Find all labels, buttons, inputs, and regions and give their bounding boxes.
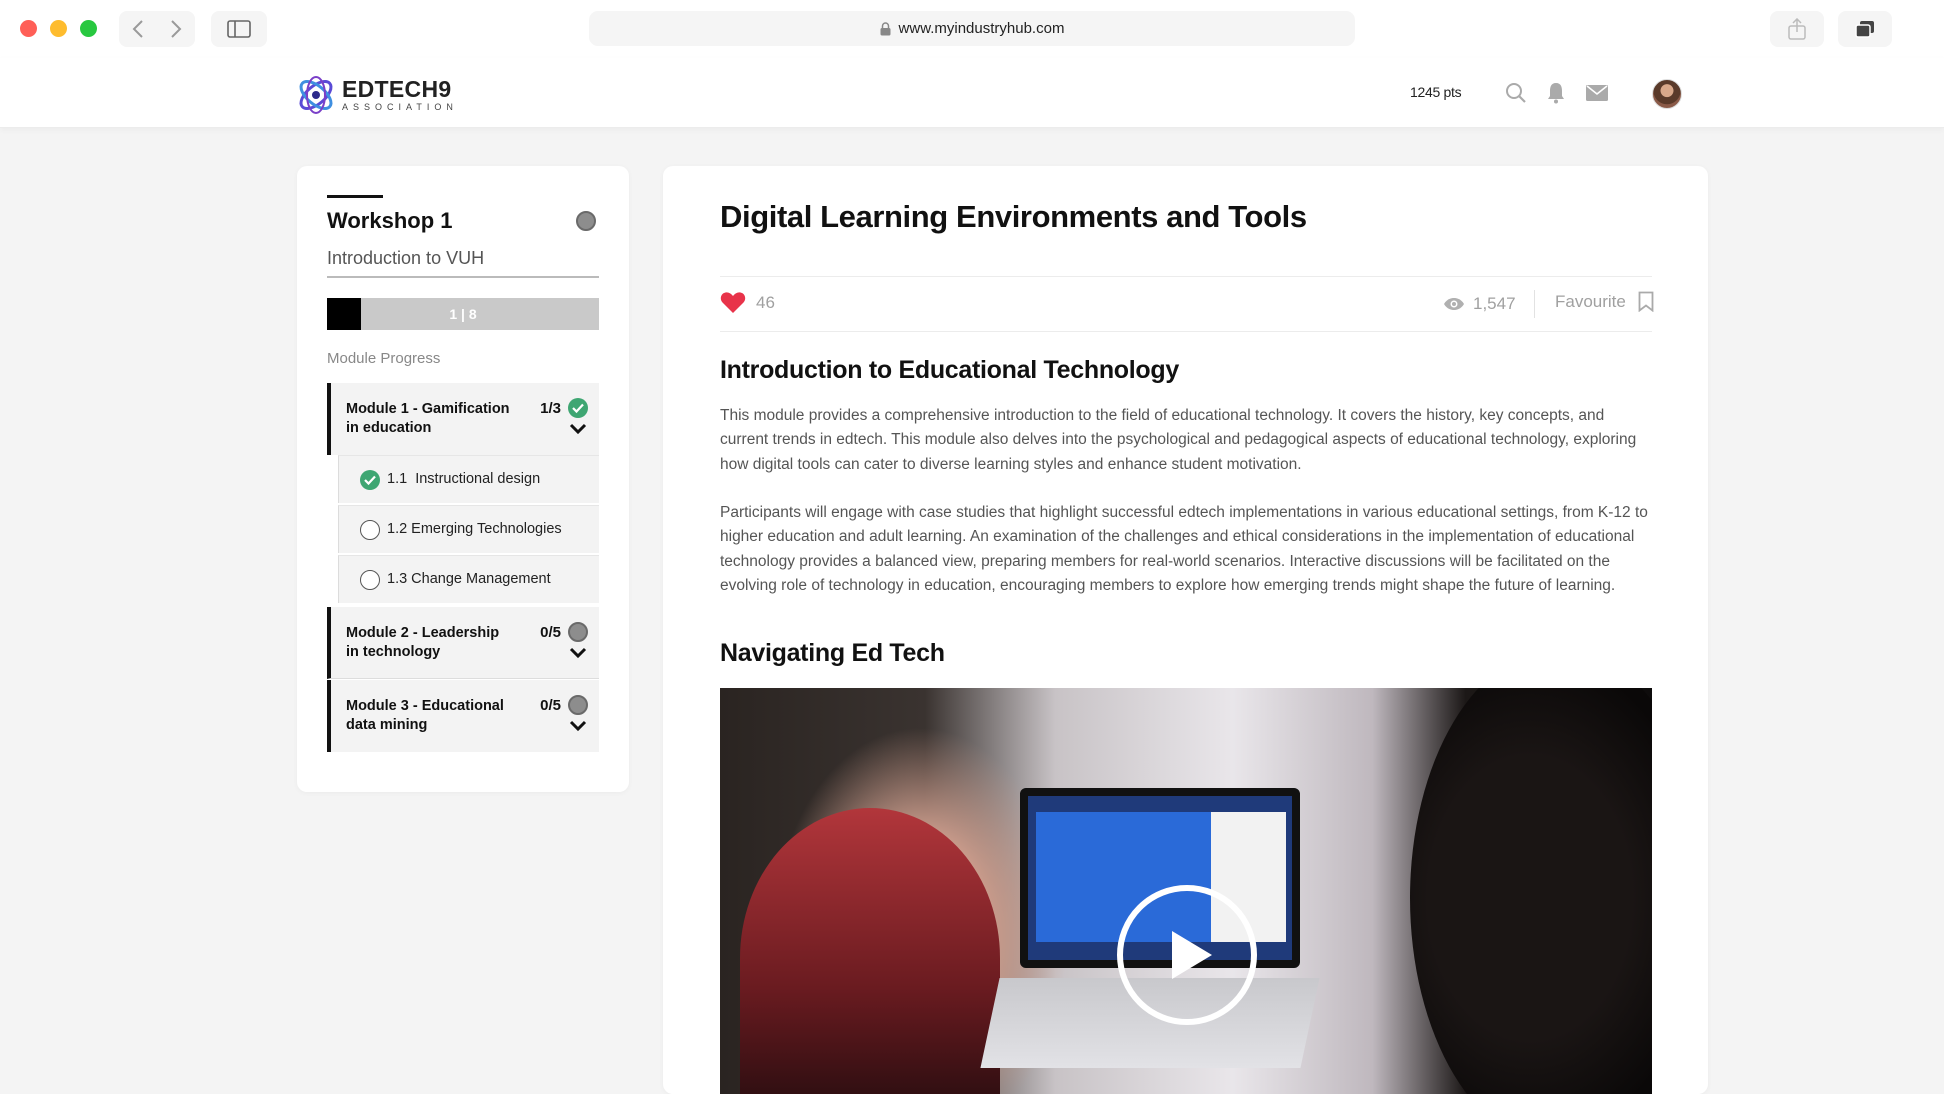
divider: [1534, 290, 1535, 318]
search-button[interactable]: [1503, 80, 1529, 106]
module-title: Module 1 - Gamification in education: [346, 401, 510, 436]
tabs-icon: [1855, 21, 1874, 38]
points-counter: 1245 pts: [1410, 84, 1462, 100]
share-button[interactable]: [1770, 11, 1824, 47]
address-bar[interactable]: www.myindustryhub.com: [589, 11, 1355, 46]
workshop-status-indicator: [576, 211, 596, 231]
module-count: 1/3: [540, 400, 561, 417]
module-item[interactable]: Module 3 - Educational data mining 0/5: [327, 680, 599, 752]
module-count: 0/5: [540, 697, 561, 714]
lesson-label: 1.3 Change Management: [387, 571, 551, 587]
search-icon: [1506, 83, 1526, 103]
check-icon: [364, 475, 376, 486]
title-accent-bar: [327, 195, 383, 198]
view-count-value: 1,547: [1473, 294, 1516, 313]
bell-icon: [1548, 83, 1564, 104]
logo-subtitle: ASSOCIATION: [342, 102, 458, 112]
check-icon: [572, 403, 584, 414]
chevron-down-icon[interactable]: [569, 423, 587, 435]
module-item[interactable]: Module 1 - Gamification in education 1/3: [327, 383, 599, 455]
notifications-button[interactable]: [1543, 80, 1569, 106]
progress-label: 1 | 8: [449, 306, 477, 322]
tab-overview-button[interactable]: [1838, 11, 1892, 47]
module-count: 0/5: [540, 624, 561, 641]
url-text: www.myindustryhub.com: [898, 20, 1065, 37]
lesson-status-done: [360, 470, 380, 490]
like-button[interactable]: 46: [720, 291, 775, 314]
app-header: EDTECH9 ASSOCIATION 1245 pts: [0, 58, 1944, 128]
eye-icon: [1444, 298, 1464, 310]
module-title: Module 2 - Leadership in technology: [346, 625, 500, 660]
workshop-sidebar: Workshop 1 Introduction to VUH 1 | 8 Mod…: [297, 166, 629, 792]
logo-mark-icon: [299, 76, 333, 114]
module-progress-label: Module Progress: [327, 350, 441, 367]
lesson-status-todo: [360, 520, 380, 540]
lesson-status-todo: [360, 570, 380, 590]
video-thumbnail-person: [740, 808, 1000, 1094]
chevron-down-icon[interactable]: [569, 720, 587, 732]
minimize-window-button[interactable]: [50, 20, 67, 37]
avatar[interactable]: [1652, 79, 1682, 109]
lesson-item[interactable]: 1.2 Emerging Technologies: [338, 505, 599, 553]
lesson-label: 1.1 Instructional design: [387, 471, 541, 487]
paragraph: Participants will engage with case studi…: [720, 504, 1648, 595]
chevron-down-icon[interactable]: [569, 647, 587, 659]
history-nav: [119, 11, 195, 47]
module-status-todo: [568, 622, 588, 642]
share-icon: [1788, 18, 1806, 40]
sidebar-icon: [227, 20, 251, 38]
close-window-button[interactable]: [20, 20, 37, 37]
workshop-title: Workshop 1: [327, 208, 453, 233]
module-status-done: [568, 398, 588, 418]
module-title: Module 3 - Educational data mining: [346, 698, 504, 733]
favourite-label: Favourite: [1555, 291, 1626, 311]
sidebar-toggle-button[interactable]: [211, 11, 267, 47]
mail-icon: [1586, 85, 1608, 101]
lesson-content: Digital Learning Environments and Tools …: [663, 166, 1708, 1094]
section-title: Navigating Ed Tech: [720, 639, 945, 667]
page-title: Digital Learning Environments and Tools: [720, 199, 1307, 234]
view-count: 1,547: [1443, 294, 1516, 314]
workshop-subtitle: Introduction to VUH: [327, 248, 485, 268]
lesson-item[interactable]: 1.1 Instructional design: [338, 455, 599, 503]
lesson-item[interactable]: 1.3 Change Management: [338, 555, 599, 603]
back-icon: [132, 20, 143, 38]
logo-text: EDTECH9 ASSOCIATION: [342, 78, 458, 112]
forward-button[interactable]: [157, 11, 195, 47]
divider: [720, 276, 1652, 277]
divider: [327, 276, 599, 278]
back-button[interactable]: [119, 11, 157, 47]
like-count: 46: [756, 292, 775, 312]
video-thumbnail-foreground: [1410, 688, 1652, 1094]
divider: [720, 331, 1652, 332]
heart-icon: [720, 292, 746, 313]
play-icon: [1172, 931, 1212, 979]
messages-button[interactable]: [1584, 80, 1610, 106]
favourite-button[interactable]: Favourite: [1555, 291, 1654, 312]
lesson-label: 1.2 Emerging Technologies: [387, 521, 562, 537]
logo[interactable]: EDTECH9 ASSOCIATION: [294, 72, 458, 118]
module-status-todo: [568, 695, 588, 715]
logo-name: EDTECH9: [342, 76, 452, 102]
module-item[interactable]: Module 2 - Leadership in technology 0/5: [327, 607, 599, 679]
bookmark-icon: [1638, 291, 1654, 312]
play-button[interactable]: [1117, 885, 1257, 1025]
paragraph: This module provides a comprehensive int…: [720, 407, 1637, 473]
lock-icon: [880, 21, 891, 35]
forward-icon: [171, 20, 182, 38]
workshop-progress-bar: 1 | 8: [327, 298, 599, 330]
maximize-window-button[interactable]: [80, 20, 97, 37]
video-player[interactable]: [720, 688, 1652, 1094]
browser-chrome: www.myindustryhub.com: [0, 0, 1944, 58]
section-title: Introduction to Educational Technology: [720, 356, 1179, 384]
